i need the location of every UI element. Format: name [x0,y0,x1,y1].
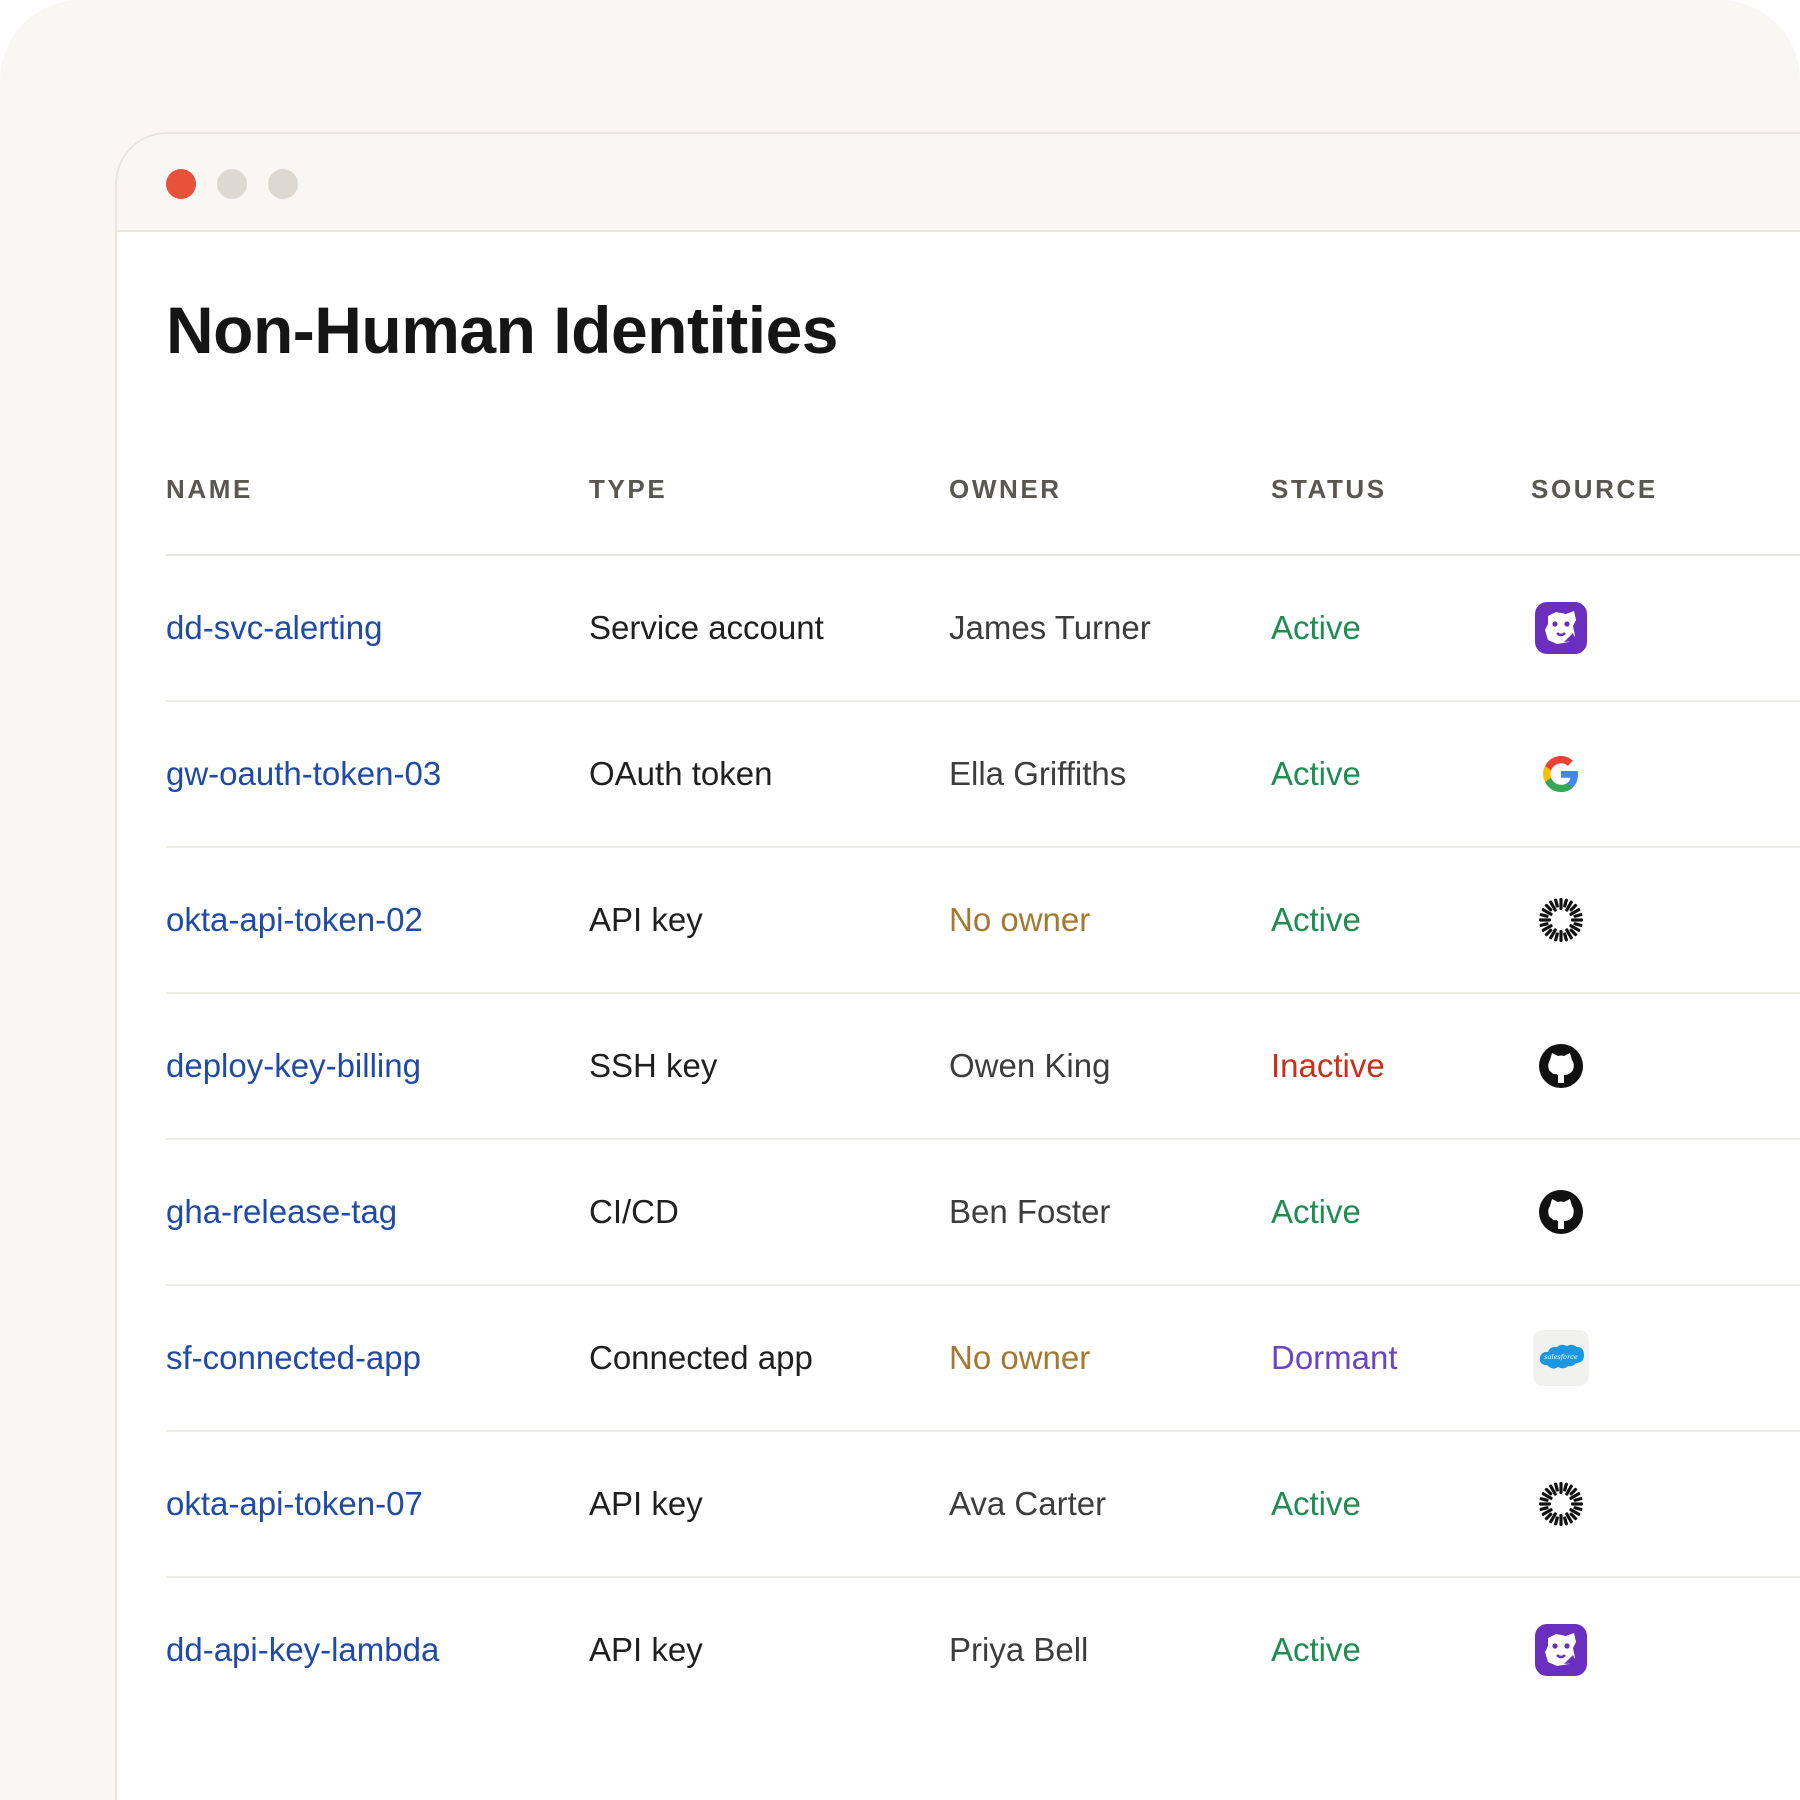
identity-type: API key [589,1485,703,1522]
identity-type: CI/CD [589,1193,679,1230]
identity-owner: Priya Bell [949,1631,1089,1668]
datadog-icon [1531,1620,1591,1680]
identity-name-link[interactable]: okta-api-token-07 [166,1485,423,1523]
window-titlebar [117,134,1800,232]
header-status[interactable]: STATUS [1271,474,1387,505]
okta-icon [1531,1474,1591,1534]
table-row[interactable]: gw-oauth-token-03 OAuth token Ella Griffit… [166,702,1800,848]
browser-window: Non-Human Identities NAME TYPE OWNER STA… [115,132,1800,1800]
header-name[interactable]: NAME [166,474,253,505]
status-label: Active [1271,901,1361,938]
identity-owner: No owner [949,901,1091,938]
datadog-icon [1531,598,1591,658]
status-label: Active [1271,755,1361,792]
identity-type: API key [589,1631,703,1668]
window-minimize-button[interactable] [217,169,247,199]
identity-owner: Ella Griffiths [949,755,1127,792]
table-row[interactable]: okta-api-token-02 API key No owner Active [166,848,1800,994]
identity-type: SSH key [589,1047,718,1084]
identity-owner: Owen King [949,1047,1111,1084]
table-row[interactable]: dd-svc-alerting Service account James Turn… [166,556,1800,702]
identity-name-link[interactable]: dd-api-key-lambda [166,1631,439,1669]
table-row[interactable]: sf-connected-app Connected app No owner Dor… [166,1286,1800,1432]
identity-name-link[interactable]: sf-connected-app [166,1339,421,1377]
identity-name-link[interactable]: dd-svc-alerting [166,609,382,647]
identity-name-link[interactable]: deploy-key-billing [166,1047,421,1085]
identity-type: Service account [589,609,824,646]
status-label: Active [1271,1193,1361,1230]
okta-icon [1531,890,1591,950]
window-close-button[interactable] [166,169,196,199]
identity-name-link[interactable]: gha-release-tag [166,1193,397,1231]
page-title: Non-Human Identities [166,293,839,367]
identity-type: OAuth token [589,755,773,792]
table-header: NAME TYPE OWNER STATUS SOURCE [166,454,1800,556]
status-label: Active [1271,609,1361,646]
identity-owner: No owner [949,1339,1091,1376]
table-row[interactable]: gha-release-tag CI/CD Ben Foster Active [166,1140,1800,1286]
status-label: Active [1271,1485,1361,1522]
salesforce-icon: salesforce [1531,1328,1591,1388]
table-row[interactable]: dd-api-key-lambda API key Priya Bell Active [166,1578,1800,1722]
identity-owner: Ben Foster [949,1193,1111,1230]
identity-owner: James Turner [949,609,1151,646]
status-label: Dormant [1271,1339,1398,1376]
identity-type: Connected app [589,1339,813,1376]
identity-owner: Ava Carter [949,1485,1107,1522]
status-label: Inactive [1271,1047,1385,1084]
header-source[interactable]: SOURCE [1531,474,1658,505]
table-row[interactable]: okta-api-token-07 API key Ava Carter Active [166,1432,1800,1578]
header-owner[interactable]: OWNER [949,474,1062,505]
identity-name-link[interactable]: gw-oauth-token-03 [166,755,441,793]
table-row[interactable]: deploy-key-billing SSH key Owen King Inacti… [166,994,1800,1140]
github-icon [1531,1182,1591,1242]
header-type[interactable]: TYPE [589,474,667,505]
github-icon [1531,1036,1591,1096]
google-icon [1531,744,1591,804]
identity-type: API key [589,901,703,938]
window-maximize-button[interactable] [268,169,298,199]
svg-text:salesforce: salesforce [1544,1353,1578,1361]
identity-name-link[interactable]: okta-api-token-02 [166,901,423,939]
status-label: Active [1271,1631,1361,1668]
app-background: Non-Human Identities NAME TYPE OWNER STA… [0,0,1800,1800]
